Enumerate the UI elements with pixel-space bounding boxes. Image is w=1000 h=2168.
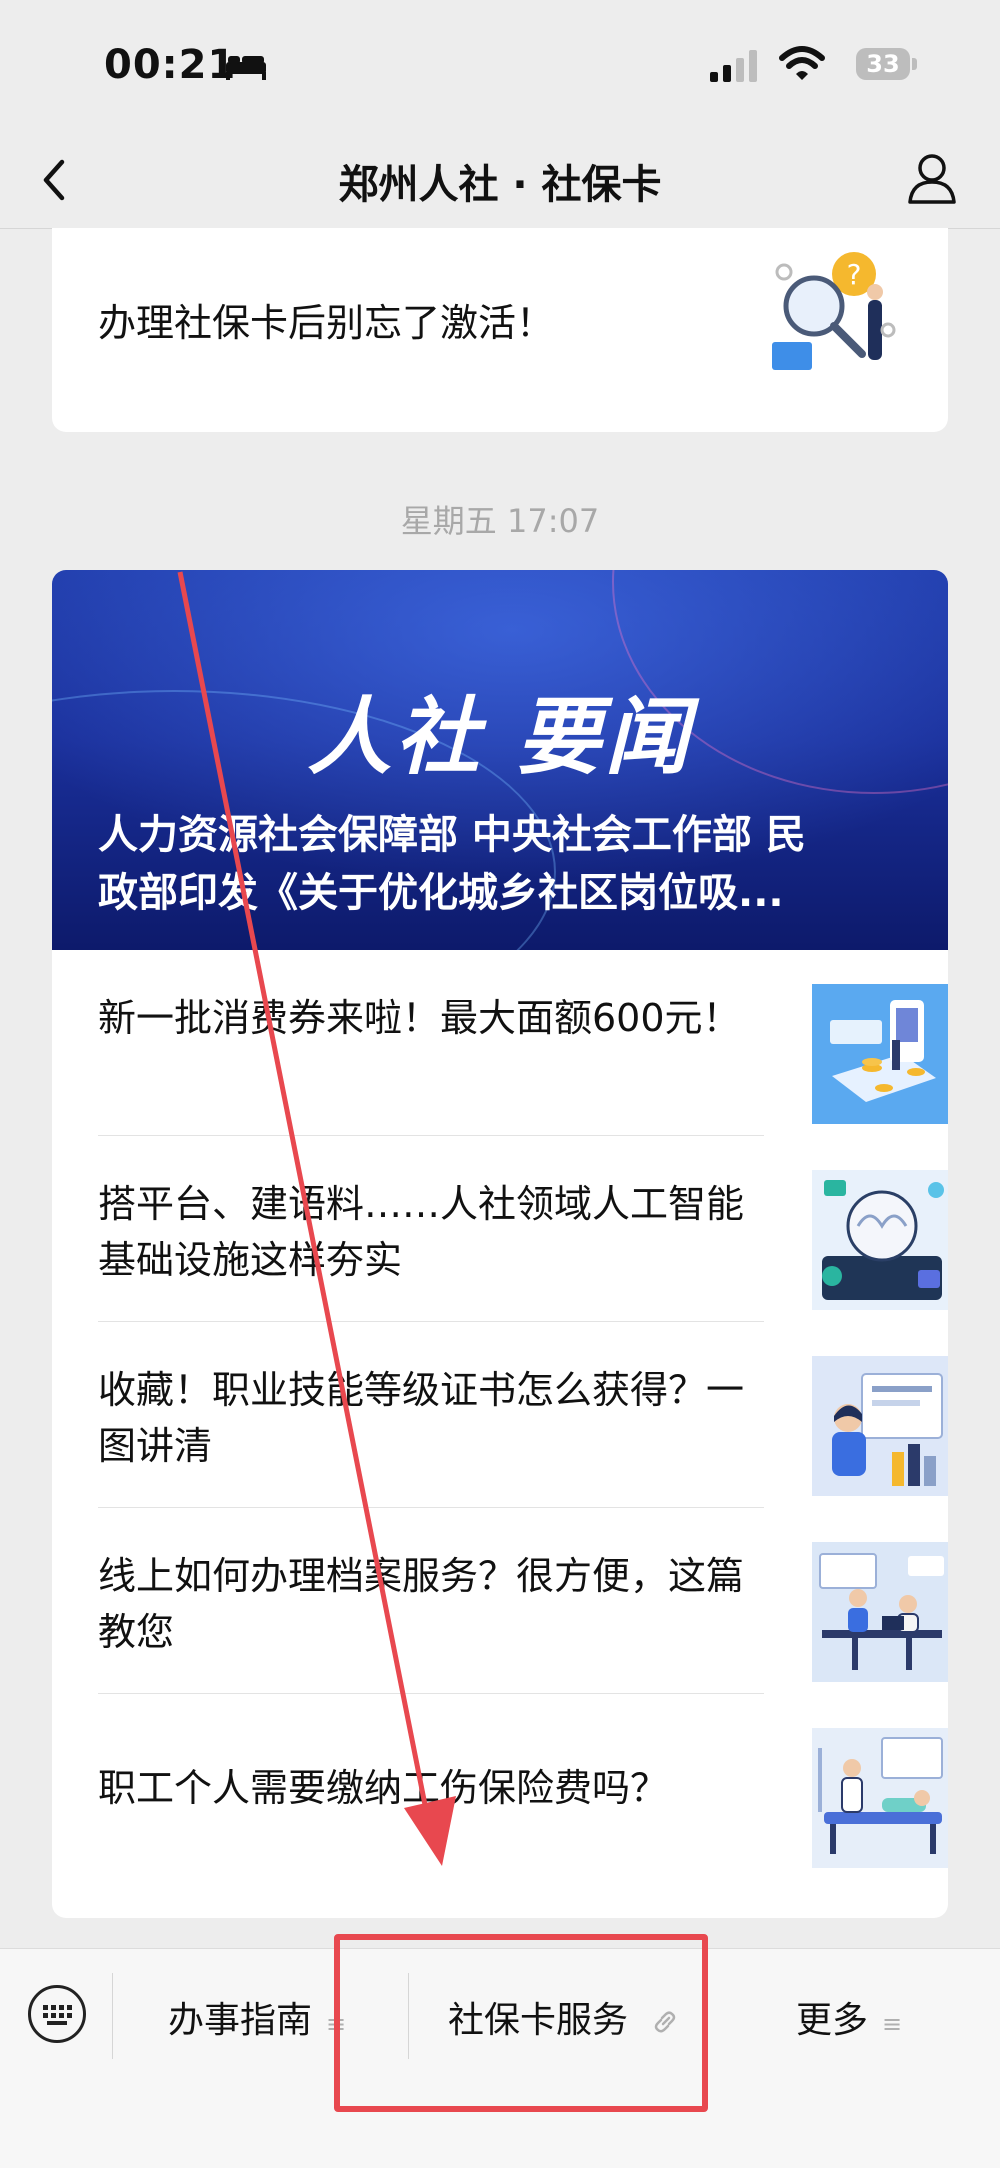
coupon-illustration (812, 984, 948, 1124)
banner-heading: 人社 要闻 (307, 688, 693, 786)
article-card-activation[interactable]: 办理社保卡后别忘了激活！ ? (52, 228, 948, 432)
article-title: 职工个人需要缴纳工伤保险费吗？ (98, 1766, 669, 1810)
list-item[interactable]: 搭平台、建语料……人社领域人工智能基础设施这样夯实 (98, 1136, 948, 1322)
article-title: 收藏！职业技能等级证书怎么获得？一图讲清 (98, 1368, 745, 1468)
list-item[interactable]: 线上如何办理档案服务？很方便，这篇教您 (98, 1508, 948, 1694)
ai-brain-illustration (812, 1170, 948, 1310)
user-profile-icon[interactable] (904, 150, 960, 206)
submenu-icon: ≡ (882, 2010, 903, 2038)
list-item[interactable]: 职工个人需要缴纳工伤保险费吗？ (98, 1694, 948, 1880)
battery-icon: 33 (856, 48, 910, 80)
page-title: 郑州人社 · 社保卡 (338, 162, 662, 208)
nav-bar: 郑州人社 · 社保卡 (0, 130, 1000, 229)
highlight-box (334, 1934, 708, 2112)
article-title: 新一批消费券来啦！最大面额600元！ (98, 996, 741, 1040)
news-banner[interactable]: 人社 要闻 人力资源社会保障部 中央社会工作部 民 政部印发《关于优化城乡社区岗… (52, 570, 948, 950)
keyboard-icon[interactable] (28, 1985, 86, 2043)
bed-icon (226, 56, 266, 80)
menu-item-label: 办事指南 (168, 2000, 313, 2041)
status-bar: 00:21 33 (0, 0, 1000, 130)
hospital-illustration (812, 1728, 948, 1868)
banner-headline: 人力资源社会保障部 中央社会工作部 民 政部印发《关于优化城乡社区岗位吸... (98, 812, 806, 916)
menu-item-label: 更多 (796, 2000, 869, 2041)
menu-divider (112, 1973, 113, 2059)
certificate-illustration (812, 1356, 948, 1496)
status-time: 00:21 (104, 42, 237, 88)
list-item[interactable]: 新一批消费券来啦！最大面额600元！ (98, 950, 948, 1136)
article-title: 办理社保卡后别忘了激活！ (98, 301, 555, 345)
menu-item-guide[interactable]: 办事指南 ≡ (168, 1991, 346, 2043)
svg-text:?: ? (847, 258, 862, 291)
menu-item-more[interactable]: 更多 ≡ (796, 1991, 902, 2043)
office-illustration (812, 1542, 948, 1682)
wifi-icon (779, 46, 825, 80)
list-item[interactable]: 收藏！职业技能等级证书怎么获得？一图讲清 (98, 1322, 948, 1508)
battery-cap (912, 58, 917, 70)
signal-icon (710, 50, 757, 82)
magnifier-illustration: ? (772, 252, 896, 370)
news-card: 人社 要闻 人力资源社会保障部 中央社会工作部 民 政部印发《关于优化城乡社区岗… (52, 570, 948, 1918)
message-timestamp: 星期五 17:07 (400, 502, 600, 540)
article-title: 搭平台、建语料……人社领域人工智能基础设施这样夯实 (98, 1182, 745, 1282)
article-title: 线上如何办理档案服务？很方便，这篇教您 (98, 1554, 745, 1654)
